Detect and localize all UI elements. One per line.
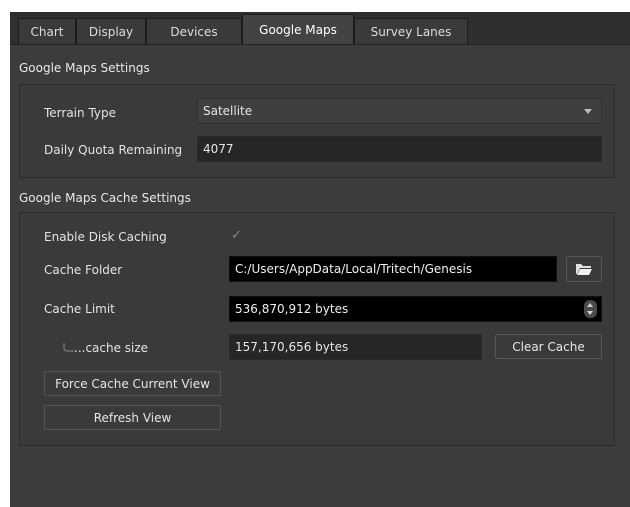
terrain-type-label: Terrain Type bbox=[44, 106, 116, 120]
checkmark-icon: ✓ bbox=[231, 228, 242, 243]
force-cache-current-view-button[interactable]: Force Cache Current View bbox=[44, 371, 221, 396]
cache-size-label: ...cache size bbox=[62, 341, 148, 355]
cache-limit-spinbox[interactable]: 536,870,912 bytes bbox=[229, 296, 602, 322]
cache-size-value: 157,170,656 bytes bbox=[235, 340, 349, 354]
tab-chart[interactable]: Chart bbox=[18, 18, 76, 44]
terrain-type-value: Satellite bbox=[203, 104, 253, 118]
tab-google-maps[interactable]: Google Maps bbox=[242, 14, 354, 45]
cache-folder-value: C:/Users/AppData/Local/Tritech/Genesis bbox=[235, 262, 473, 276]
tab-survey-lanes[interactable]: Survey Lanes bbox=[354, 18, 468, 44]
terrain-type-select[interactable]: Satellite bbox=[197, 98, 602, 124]
tab-display[interactable]: Display bbox=[76, 18, 146, 44]
cache-size-field: 157,170,656 bytes bbox=[229, 334, 482, 360]
maps-settings-title: Google Maps Settings bbox=[19, 61, 150, 75]
cache-limit-value: 536,870,912 bytes bbox=[235, 302, 349, 316]
cache-folder-input[interactable]: C:/Users/AppData/Local/Tritech/Genesis bbox=[229, 256, 557, 282]
chevron-down-icon bbox=[584, 109, 592, 114]
clear-cache-button[interactable]: Clear Cache bbox=[495, 334, 602, 359]
cache-settings-title: Google Maps Cache Settings bbox=[19, 191, 191, 205]
daily-quota-label: Daily Quota Remaining bbox=[44, 143, 183, 157]
browse-folder-button[interactable] bbox=[566, 256, 602, 282]
tab-devices[interactable]: Devices bbox=[146, 18, 242, 44]
enable-disk-caching-checkbox[interactable]: ✓ bbox=[231, 228, 242, 243]
cache-size-text: ...cache size bbox=[74, 341, 149, 355]
cache-folder-label: Cache Folder bbox=[44, 263, 123, 277]
enable-disk-caching-label: Enable Disk Caching bbox=[44, 230, 167, 244]
spinbox-arrows-icon[interactable] bbox=[584, 300, 597, 318]
tree-branch-icon bbox=[63, 343, 74, 352]
cache-limit-label: Cache Limit bbox=[44, 302, 115, 316]
tab-bar: Chart Display Devices Google Maps Survey… bbox=[10, 12, 630, 45]
folder-open-icon bbox=[576, 264, 592, 275]
daily-quota-value: 4077 bbox=[203, 142, 234, 156]
refresh-view-button[interactable]: Refresh View bbox=[44, 405, 221, 430]
daily-quota-field: 4077 bbox=[197, 136, 602, 162]
